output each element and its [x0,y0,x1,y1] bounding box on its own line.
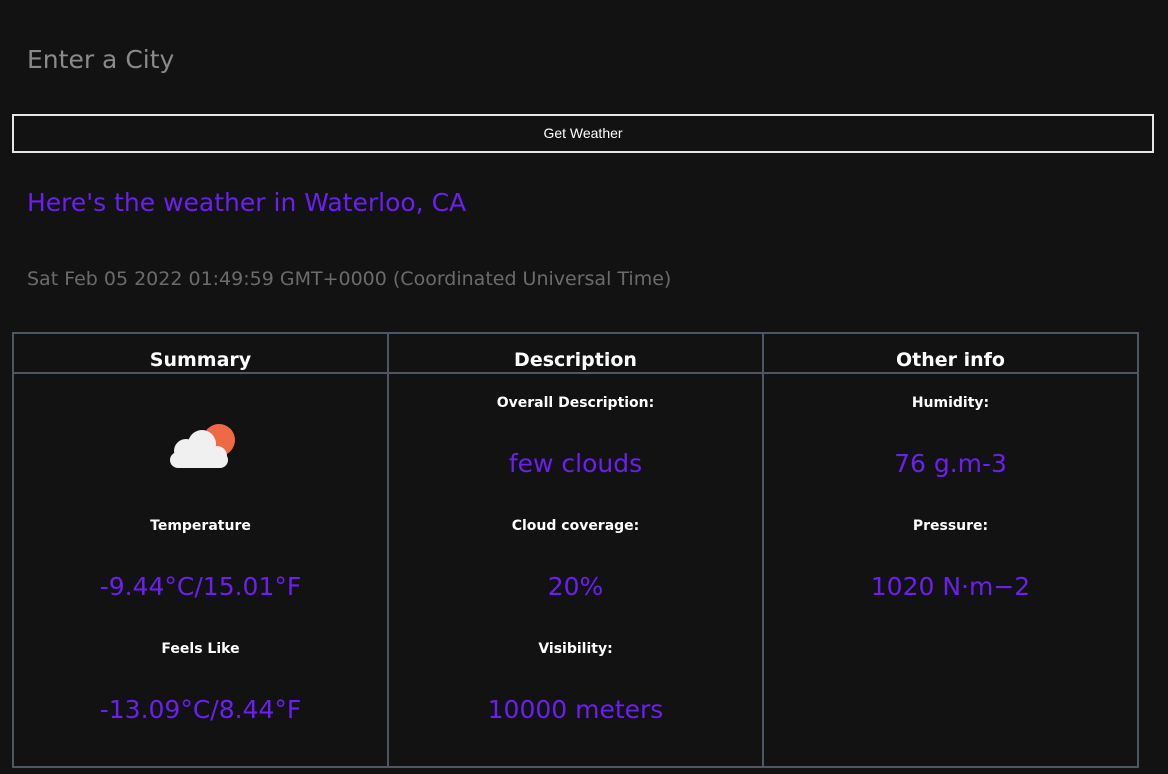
temperature-label: Temperature [150,518,251,534]
weather-location-heading: Here's the weather in Waterloo, CA [27,188,467,217]
city-search-input[interactable] [16,36,716,82]
get-weather-button[interactable]: Get Weather [12,114,1154,153]
feels-like-value: -13.09°C/8.44°F [99,695,302,724]
weather-page: Get Weather Here's the weather in Waterl… [0,0,1168,774]
feels-like-label: Feels Like [161,641,240,657]
humidity-value: 76 g.m-3 [894,449,1007,478]
pressure-label: Pressure: [912,518,989,534]
other-info-header: Other info [764,334,1137,374]
pressure-value: 1020 N·m−2 [870,572,1031,601]
current-datetime: Sat Feb 05 2022 01:49:59 GMT+0000 (Coord… [27,268,672,290]
description-column: Description Overall Description: few clo… [387,332,764,768]
other-info-column: Other info Humidity: 76 g.m-3 Pressure: … [762,332,1139,768]
cloud-coverage-value: 20% [547,572,604,601]
overall-description-value: few clouds [508,449,643,478]
summary-header: Summary [14,334,387,374]
visibility-label: Visibility: [538,641,613,657]
humidity-label: Humidity: [911,395,990,411]
few-clouds-icon [164,414,244,474]
cloud-coverage-label: Cloud coverage: [511,518,640,534]
weather-info-table: Summary Temperature -9.44°C/15.01°F Feel… [12,332,1143,768]
overall-description-label: Overall Description: [496,395,655,411]
description-header: Description [389,334,762,374]
visibility-value: 10000 meters [487,695,664,724]
summary-column: Summary Temperature -9.44°C/15.01°F Feel… [12,332,389,768]
temperature-value: -9.44°C/15.01°F [99,572,302,601]
